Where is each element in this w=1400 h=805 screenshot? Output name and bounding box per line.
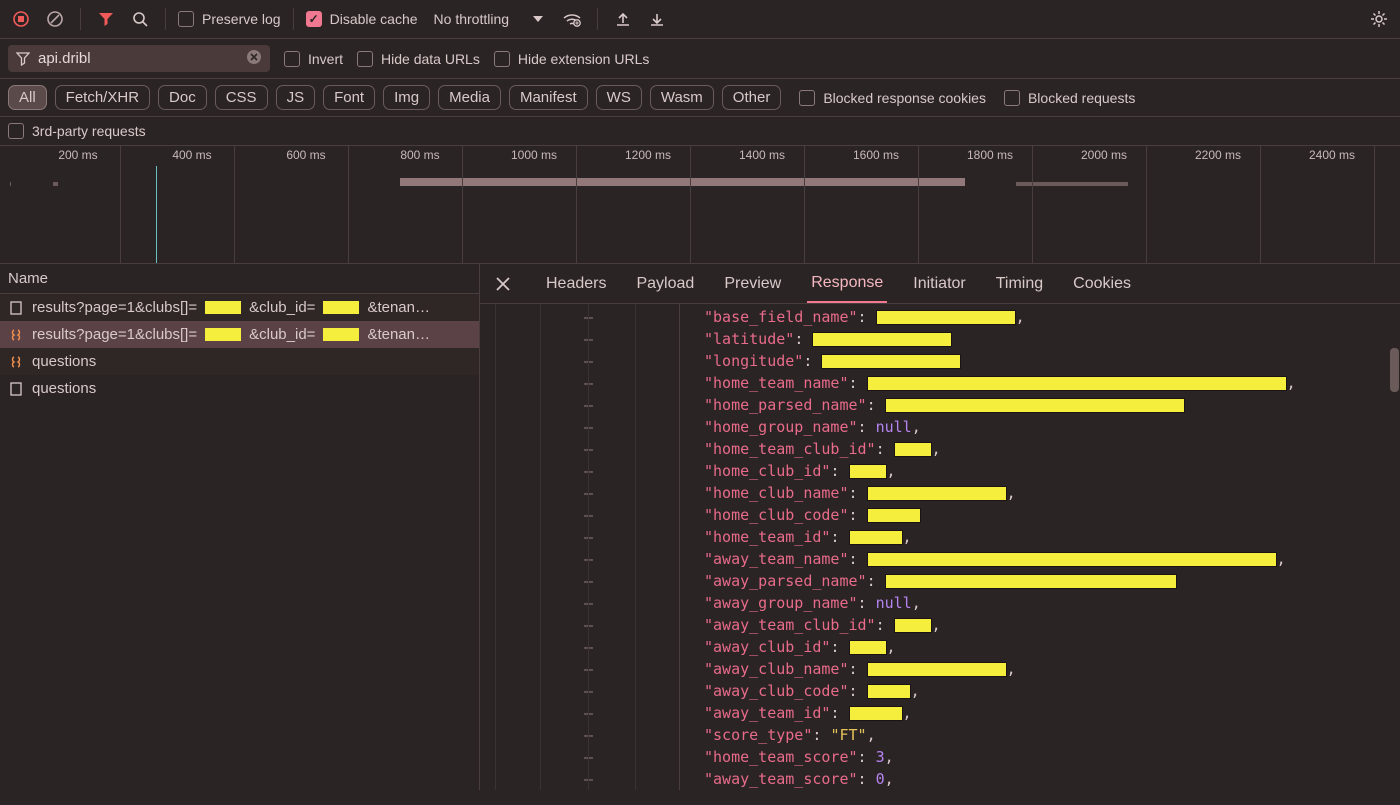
filter-input-wrap (8, 45, 270, 72)
request-list: Name results?page=1&clubs[]=&club_id=&te… (0, 264, 480, 790)
timeline-tick: 800 ms (400, 148, 439, 162)
request-row[interactable]: results?page=1&clubs[]=&club_id=&tenan… (0, 321, 479, 348)
type-pill-img[interactable]: Img (383, 85, 430, 110)
clear-button[interactable] (42, 6, 68, 32)
timeline-tick: 400 ms (172, 148, 211, 162)
tab-cookies[interactable]: Cookies (1069, 266, 1135, 302)
json-line: "home_team_id": , (704, 526, 1296, 548)
resource-type-filter: All Fetch/XHR Doc CSS JS Font Img Media Manifest… (0, 79, 1400, 117)
json-line: "longitude": (704, 350, 1296, 372)
type-pill-all[interactable]: All (8, 85, 47, 110)
timeline-tick: 1600 ms (853, 148, 899, 162)
json-line: "away_club_code": , (704, 680, 1296, 702)
detail-panel: Headers Payload Preview Response Initiator Ti… (480, 264, 1400, 790)
request-row[interactable]: questions (0, 348, 479, 375)
timeline-tick: 200 ms (58, 148, 97, 162)
settings-icon[interactable] (1366, 6, 1392, 32)
invert-checkbox[interactable]: Invert (284, 51, 343, 67)
json-line: "away_parsed_name": (704, 570, 1296, 592)
filter-input[interactable] (38, 50, 238, 67)
json-line: "away_team_score": 0, (704, 768, 1296, 790)
timeline-tick: 2000 ms (1081, 148, 1127, 162)
filter-icon[interactable] (93, 6, 119, 32)
json-line: "away_club_id": , (704, 636, 1296, 658)
blocked-cookies-checkbox[interactable]: Blocked response cookies (799, 90, 986, 106)
json-line: "latitude": (704, 328, 1296, 350)
json-line: "base_field_name": , (704, 306, 1296, 328)
tab-timing[interactable]: Timing (992, 266, 1047, 302)
request-row[interactable]: questions (0, 375, 479, 402)
json-line: "home_club_id": , (704, 460, 1296, 482)
scrollbar-thumb[interactable] (1390, 348, 1399, 392)
clear-filter-icon[interactable] (246, 49, 262, 68)
timeline-tick: 2400 ms (1309, 148, 1355, 162)
tab-response[interactable]: Response (807, 265, 887, 303)
json-line: "score_type": "FT", (704, 724, 1296, 746)
request-row[interactable]: results?page=1&clubs[]=&club_id=&tenan… (0, 294, 479, 321)
json-line: "home_team_name": , (704, 372, 1296, 394)
json-line: "away_team_name": , (704, 548, 1296, 570)
search-icon[interactable] (127, 6, 153, 32)
type-pill-media[interactable]: Media (438, 85, 501, 110)
tab-preview[interactable]: Preview (720, 266, 785, 302)
type-pill-other[interactable]: Other (722, 85, 782, 110)
json-line: "home_club_code": (704, 504, 1296, 526)
type-pill-fetch-xhr[interactable]: Fetch/XHR (55, 85, 150, 110)
timeline-tick: 1200 ms (625, 148, 671, 162)
throttling-select[interactable]: No throttling (426, 8, 517, 30)
name-column-header[interactable]: Name (0, 264, 479, 294)
upload-har-icon[interactable] (610, 6, 636, 32)
json-line: "away_group_name": null, (704, 592, 1296, 614)
type-pill-wasm[interactable]: Wasm (650, 85, 714, 110)
hide-data-urls-checkbox[interactable]: Hide data URLs (357, 51, 480, 67)
third-party-checkbox[interactable]: 3rd-party requests (8, 123, 146, 139)
network-conditions-icon[interactable] (559, 6, 585, 32)
type-pill-js[interactable]: JS (276, 85, 316, 110)
timeline-tick: 2200 ms (1195, 148, 1241, 162)
third-party-row: 3rd-party requests (0, 117, 1400, 146)
json-line: "away_team_club_id": , (704, 614, 1296, 636)
download-har-icon[interactable] (644, 6, 670, 32)
tab-initiator[interactable]: Initiator (909, 266, 969, 302)
json-line: "away_club_name": , (704, 658, 1296, 680)
type-pill-manifest[interactable]: Manifest (509, 85, 588, 110)
json-line: "home_group_name": null, (704, 416, 1296, 438)
disable-cache-checkbox[interactable]: Disable cache (306, 11, 418, 27)
line-gutter: ––––––––––––––––––––––– (480, 304, 680, 790)
type-pill-ws[interactable]: WS (596, 85, 642, 110)
type-pill-font[interactable]: Font (323, 85, 375, 110)
waterfall-overview[interactable]: 200 ms 400 ms 600 ms 800 ms 1000 ms 1200 ms 14… (0, 146, 1400, 264)
close-detail-icon[interactable] (490, 271, 516, 297)
network-toolbar: Preserve log Disable cache No throttling (0, 0, 1400, 39)
json-line: "home_club_name": , (704, 482, 1296, 504)
type-pill-doc[interactable]: Doc (158, 85, 207, 110)
preserve-log-checkbox[interactable]: Preserve log (178, 11, 281, 27)
record-button[interactable] (8, 6, 34, 32)
json-line: "home_team_score": 3, (704, 746, 1296, 768)
hide-extension-urls-checkbox[interactable]: Hide extension URLs (494, 51, 650, 67)
network-panels: Name results?page=1&clubs[]=&club_id=&te… (0, 264, 1400, 790)
timeline-tick: 1400 ms (739, 148, 785, 162)
preserve-log-label: Preserve log (202, 11, 281, 27)
detail-tabs: Headers Payload Preview Response Initiator Ti… (480, 264, 1400, 304)
filter-bar: Invert Hide data URLs Hide extension URL… (0, 39, 1400, 79)
json-line: "home_team_club_id": , (704, 438, 1296, 460)
blocked-requests-checkbox[interactable]: Blocked requests (1004, 90, 1135, 106)
timeline-tick: 1000 ms (511, 148, 557, 162)
type-pill-css[interactable]: CSS (215, 85, 268, 110)
response-content[interactable]: ––––––––––––––––––––––– "base_field_name… (480, 304, 1400, 790)
filter-glyph-icon (16, 52, 30, 66)
tab-headers[interactable]: Headers (542, 266, 610, 302)
throttling-dropdown-icon[interactable] (525, 6, 551, 32)
timeline-tick: 1800 ms (967, 148, 1013, 162)
json-line: "away_team_id": , (704, 702, 1296, 724)
tab-payload[interactable]: Payload (632, 266, 698, 302)
timeline-tick: 600 ms (286, 148, 325, 162)
json-line: "home_parsed_name": (704, 394, 1296, 416)
disable-cache-label: Disable cache (330, 11, 418, 27)
